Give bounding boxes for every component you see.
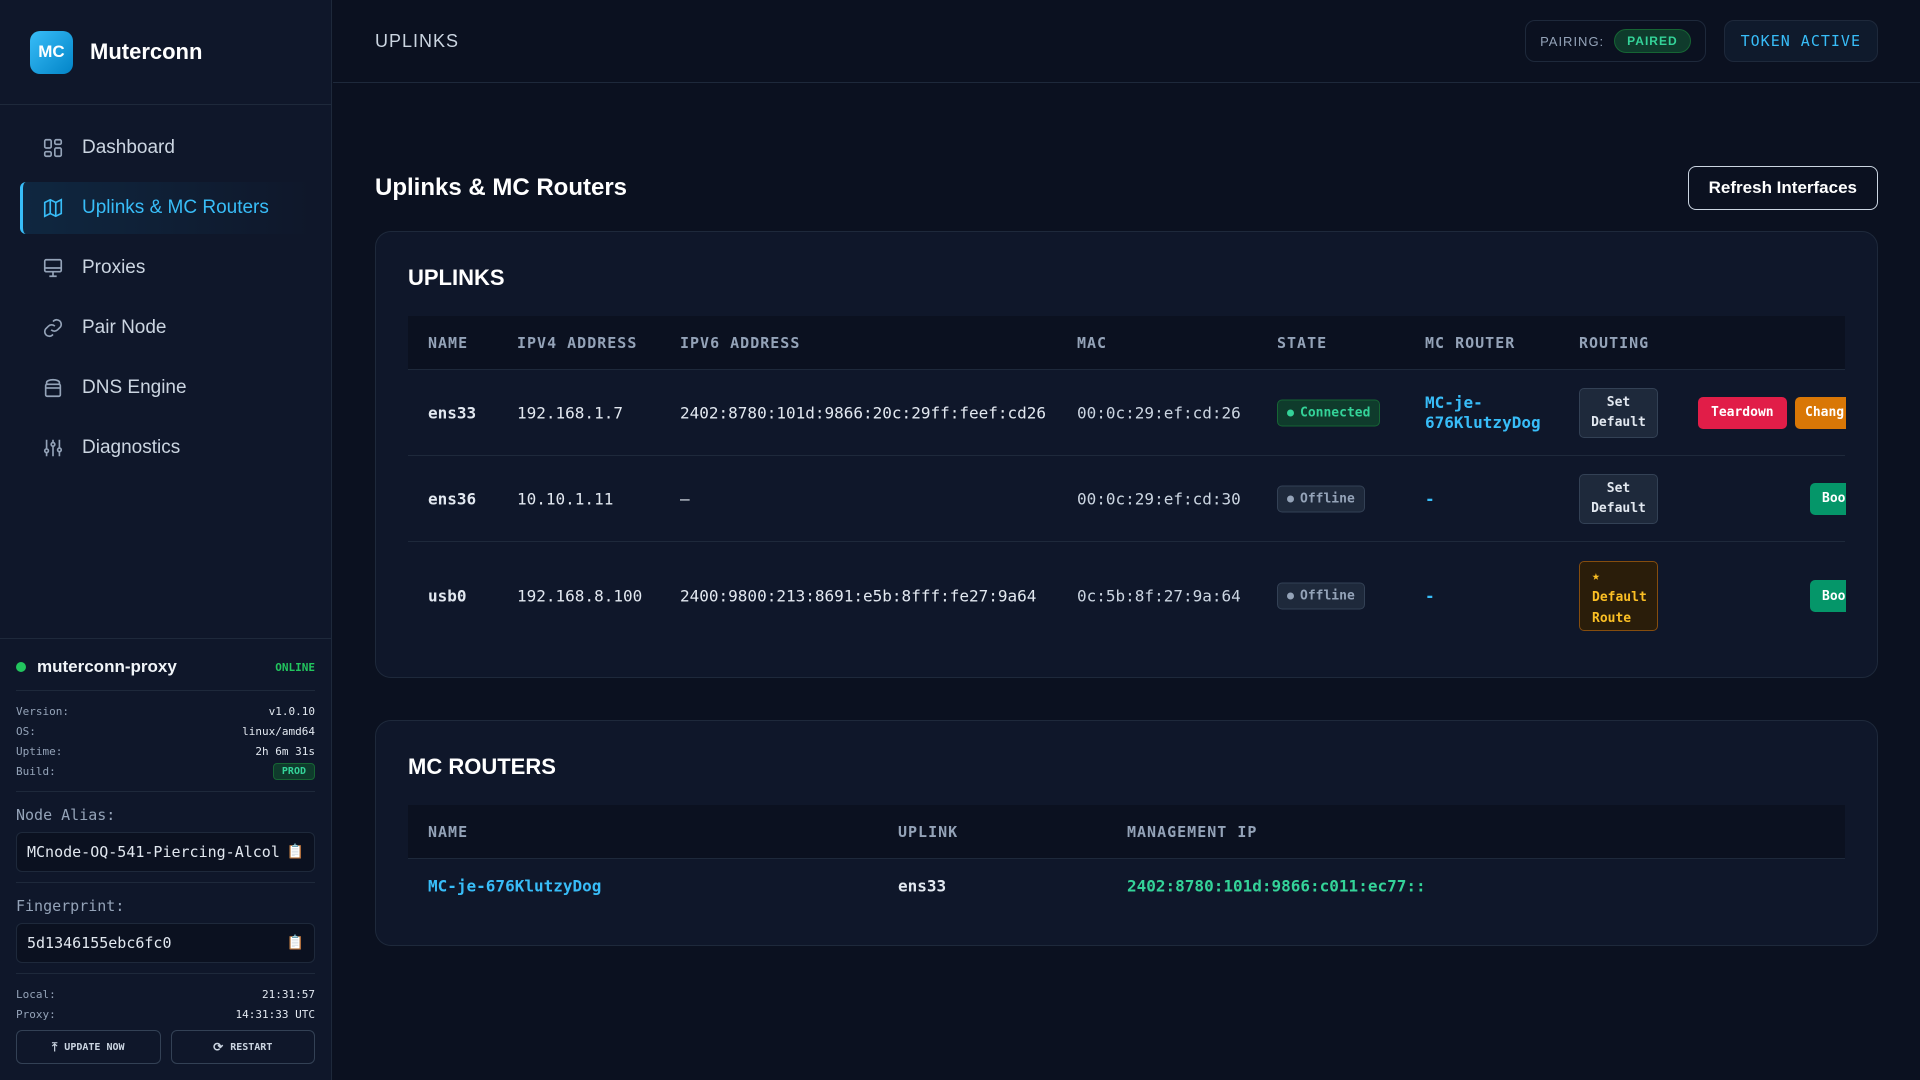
sidebar-nav: Dashboard Uplinks & MC Routers Proxies P… xyxy=(20,122,311,482)
mc-routers-title: MC ROUTERS xyxy=(408,754,556,779)
mc-routers-card: MC ROUTERS NAME UPLINK MANAGEMENT IP MC-… xyxy=(375,720,1878,946)
mac-address: 0c:5b:8f:27:9a:64 xyxy=(1077,586,1241,606)
table-header: NAME IPV4 ADDRESS IPV6 ADDRESS MAC STATE… xyxy=(408,316,1845,370)
status-dot xyxy=(16,662,26,672)
change-button[interactable]: Chang xyxy=(1795,396,1846,429)
app-name: Muterconn xyxy=(90,39,203,64)
teardown-button[interactable]: Teardown xyxy=(1698,396,1787,429)
topbar: UPLINKS PAIRING: PAIRED TOKEN ACTIVE xyxy=(333,0,1920,83)
token-status: TOKEN ACTIVE xyxy=(1723,20,1878,62)
sidebar-item-label: Proxies xyxy=(82,257,146,278)
sidebar-item-dns-engine[interactable]: DNS Engine xyxy=(20,362,311,414)
table-row: MC-je-676KlutzyDog ens33 2402:8780:101d:… xyxy=(408,859,1845,913)
sliders-icon xyxy=(42,437,64,459)
table-row: ens33 192.168.1.7 2402:8780:101d:9866:20… xyxy=(408,370,1846,456)
uptime-row: Uptime: 2h 6m 31s xyxy=(16,744,315,758)
alias-label: Node Alias: xyxy=(16,806,116,824)
router-uplink: ens33 xyxy=(898,876,947,896)
table-header: NAME UPLINK MANAGEMENT IP xyxy=(408,805,1845,859)
sidebar-item-label: Uplinks & MC Routers xyxy=(82,197,269,218)
state-badge: Offline xyxy=(1277,582,1365,610)
update-now-button[interactable]: ⤒ UPDATE NOW xyxy=(16,1030,161,1064)
ipv4-address: 192.168.1.7 xyxy=(517,403,623,422)
management-ip: 2402:8780:101d:9866:c011:ec77:: xyxy=(1127,876,1426,896)
app-logo: MC xyxy=(30,30,73,74)
sidebar-item-uplinks[interactable]: Uplinks & MC Routers xyxy=(20,182,311,234)
uplinks-card: UPLINKS NAME IPV4 ADDRESS IPV6 ADDRESS M… xyxy=(375,231,1878,678)
os-row: OS: linux/amd64 xyxy=(16,724,315,738)
sidebar-item-label: Pair Node xyxy=(82,317,167,338)
restart-button[interactable]: ⟳ RESTART xyxy=(170,1030,315,1064)
link-icon xyxy=(42,317,64,339)
node-name: muterconn-proxy xyxy=(37,657,177,676)
sidebar-item-pair-node[interactable]: Pair Node xyxy=(20,302,311,354)
table-row: ens36 10.10.1.11 — 00:0c:29:ef:cd:30 Off… xyxy=(408,456,1846,542)
boot-button[interactable]: Boo xyxy=(1810,482,1846,515)
ipv6-address: — xyxy=(680,489,690,508)
star-icon: ★ xyxy=(1592,569,1600,584)
paired-badge: PAIRED xyxy=(1614,29,1691,53)
clipboard-icon[interactable]: 📋 xyxy=(287,935,304,951)
sidebar-item-label: Diagnostics xyxy=(82,437,181,458)
state-badge: Connected xyxy=(1277,399,1381,426)
sidebar: MC Muterconn Dashboard Uplinks & MC Rout… xyxy=(0,0,332,1080)
router-link: - xyxy=(1425,489,1435,508)
build-row: Build: PROD xyxy=(16,761,315,781)
sidebar-item-label: Dashboard xyxy=(82,137,175,158)
monitor-icon xyxy=(42,257,64,279)
alias-field[interactable]: MCnode-OQ-541-Piercing-Alcol 📋 xyxy=(16,832,315,872)
uplink-name: ens36 xyxy=(428,489,477,508)
status-badge: ONLINE xyxy=(275,660,315,674)
database-icon xyxy=(42,377,64,399)
set-default-button[interactable]: Set Default xyxy=(1579,473,1658,524)
table-row: usb0 192.168.8.100 2400:9800:213:8691:e5… xyxy=(408,542,1846,650)
mc-routers-table: NAME UPLINK MANAGEMENT IP MC-je-676Klutz… xyxy=(408,805,1845,913)
uplinks-title: UPLINKS xyxy=(408,265,505,290)
sidebar-item-diagnostics[interactable]: Diagnostics xyxy=(20,422,311,474)
set-default-button[interactable]: Set Default xyxy=(1579,387,1658,438)
version-row: Version: v1.0.10 xyxy=(16,704,315,718)
ipv4-address: 192.168.8.100 xyxy=(517,586,643,606)
build-badge: PROD xyxy=(272,762,315,780)
refresh-icon: ⟳ xyxy=(213,1040,224,1054)
local-time-row: Local: 21:31:57 xyxy=(16,987,315,1001)
brand: MC Muterconn xyxy=(0,0,331,105)
uplink-name: ens33 xyxy=(428,403,477,422)
proxy-time-row: Proxy: 14:31:33 UTC xyxy=(16,1007,315,1021)
refresh-interfaces-button[interactable]: Refresh Interfaces xyxy=(1687,166,1878,210)
grid-icon xyxy=(42,137,64,159)
sidebar-item-label: DNS Engine xyxy=(82,377,187,398)
default-route-badge: ★ Default Route xyxy=(1579,561,1658,631)
pairing-status: PAIRING: PAIRED xyxy=(1525,20,1706,62)
mac-address: 00:0c:29:ef:cd:26 xyxy=(1077,403,1241,422)
page-title: Uplinks & MC Routers xyxy=(375,174,628,201)
router-link[interactable]: MC-je-676KlutzyDog xyxy=(1425,393,1541,433)
clipboard-icon[interactable]: 📋 xyxy=(287,844,304,860)
ipv6-address: 2402:8780:101d:9866:20c:29ff:feef:cd26 xyxy=(680,403,1047,422)
boot-button[interactable]: Boo xyxy=(1810,580,1846,612)
map-icon xyxy=(42,197,64,219)
fingerprint-label: Fingerprint: xyxy=(16,897,125,915)
router-link[interactable]: MC-je-676KlutzyDog xyxy=(428,877,601,896)
sidebar-item-proxies[interactable]: Proxies xyxy=(20,242,311,294)
page-header-title: UPLINKS xyxy=(375,30,460,51)
uplink-name: usb0 xyxy=(428,586,467,606)
router-link: - xyxy=(1425,586,1435,606)
fingerprint-field[interactable]: 5d1346155ebc6fc0 📋 xyxy=(16,923,315,963)
upload-icon: ⤒ xyxy=(51,1039,58,1054)
state-badge: Offline xyxy=(1277,485,1365,512)
mac-address: 00:0c:29:ef:cd:30 xyxy=(1077,489,1241,508)
sidebar-item-dashboard[interactable]: Dashboard xyxy=(20,122,311,174)
uplinks-table: NAME IPV4 ADDRESS IPV6 ADDRESS MAC STATE… xyxy=(408,316,1846,650)
ipv6-address: 2400:9800:213:8691:e5b:8fff:fe27:9a64 xyxy=(680,586,1037,606)
ipv4-address: 10.10.1.11 xyxy=(517,489,614,508)
node-panel: muterconn-proxy ONLINE Version: v1.0.10 O… xyxy=(0,638,331,1080)
